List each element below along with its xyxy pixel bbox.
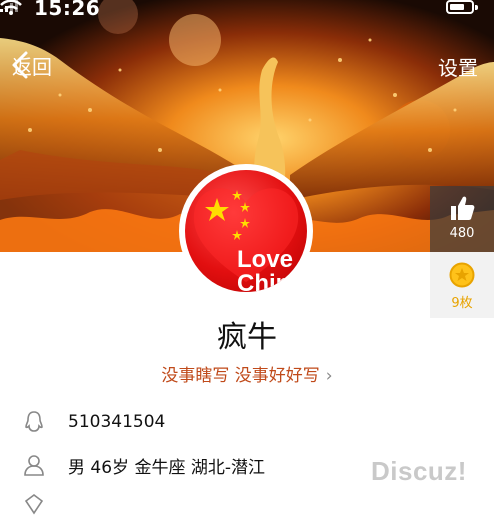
avatar[interactable]: Love Chin — [181, 166, 311, 296]
battery-icon — [446, 0, 474, 14]
qq-penguin-icon — [25, 411, 43, 432]
avatar-caption: Love Chin — [237, 246, 294, 293]
diamond-icon — [24, 494, 44, 515]
extra-row — [22, 490, 68, 518]
wifi-icon — [0, 0, 22, 15]
chevron-left-icon — [12, 51, 28, 79]
chevron-right-icon: › — [325, 366, 333, 386]
like-button[interactable]: 480 — [430, 186, 494, 252]
thumbs-up-icon — [451, 196, 475, 220]
settings-button[interactable]: 设置 — [438, 52, 478, 81]
person-icon — [24, 455, 44, 476]
avatar-image: Love Chin — [185, 170, 307, 292]
qq-number: 510341504 — [68, 412, 166, 432]
status-time: 15:26 — [34, 0, 101, 20]
avatar-caption-line1: Love — [237, 246, 294, 273]
status-bar: 15:26 — [0, 0, 494, 22]
medal-icon — [449, 262, 475, 288]
signature-link[interactable]: 没事瞎写 没事好好写 › — [0, 361, 494, 386]
signature-text: 没事瞎写 没事好好写 — [161, 366, 320, 386]
profile-name: 疯牛 — [217, 320, 277, 355]
medal-button[interactable]: 9枚 — [430, 252, 494, 318]
qq-row: 510341504 — [22, 408, 165, 436]
medal-count: 9枚 — [451, 296, 473, 311]
battery-nub — [475, 5, 478, 10]
details-row: 男 46岁 金牛座 湖北-潜江 — [22, 451, 265, 479]
avatar-caption-line2: Chin — [237, 270, 291, 293]
user-details: 男 46岁 金牛座 湖北-潜江 — [68, 457, 265, 478]
discuz-watermark: Discuz! — [371, 456, 467, 486]
back-button[interactable]: 返回 — [10, 50, 52, 80]
like-count: 480 — [449, 226, 475, 241]
